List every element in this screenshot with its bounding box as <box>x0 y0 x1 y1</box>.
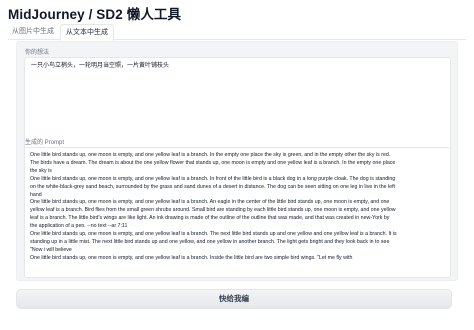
tab-bar: 从图片中生成 从文本中生成 <box>8 24 466 41</box>
app-title: MidJourney / SD2 懒人工具 <box>8 7 182 22</box>
prompt-line: standing up in a little mist. The next l… <box>30 238 390 245</box>
prompt-line: hand <box>30 191 42 198</box>
prompt-line: "Now i will believe <box>30 246 72 253</box>
tab-from-image[interactable]: 从图片中生成 <box>8 24 58 40</box>
prompt-output[interactable]: One little bird stands up, one moon is e… <box>24 147 451 278</box>
tab-from-text[interactable]: 从文本中生成 <box>60 24 114 41</box>
prompt-line: leaf is a branch. The little bird's wing… <box>30 215 390 222</box>
main-panel: 你的想法 一只小鸟立梢头，一轮明月当空照，一片黄叶铺枝头 生成的 Prompt … <box>16 41 458 281</box>
idea-label: 你的想法 <box>25 50 50 56</box>
prompt-line: One little bird stands up, one moon is e… <box>30 231 397 238</box>
prompt-label: 生成的 Prompt <box>25 140 65 146</box>
prompt-line: the application of a pen. --no text --ar… <box>30 223 128 230</box>
prompt-line: the sky is <box>30 167 52 174</box>
prompt-line: One little bird stands up, one moon is e… <box>30 152 391 158</box>
prompt-line: The birds have a dream. The dream is abo… <box>30 159 396 166</box>
prompt-line: yellow leaf is a branch. Bird flies from… <box>30 207 396 214</box>
prompt-line: One little bird stands up, one moon is e… <box>30 254 353 261</box>
prompt-line: One little bird stands up, one moon is e… <box>30 175 396 182</box>
generate-button[interactable]: 快给我编 <box>16 289 452 309</box>
prompt-line: One little bird stands up, one moon is e… <box>30 199 390 206</box>
prompt-line: on the white-black-grey sand beach, surr… <box>30 183 396 190</box>
